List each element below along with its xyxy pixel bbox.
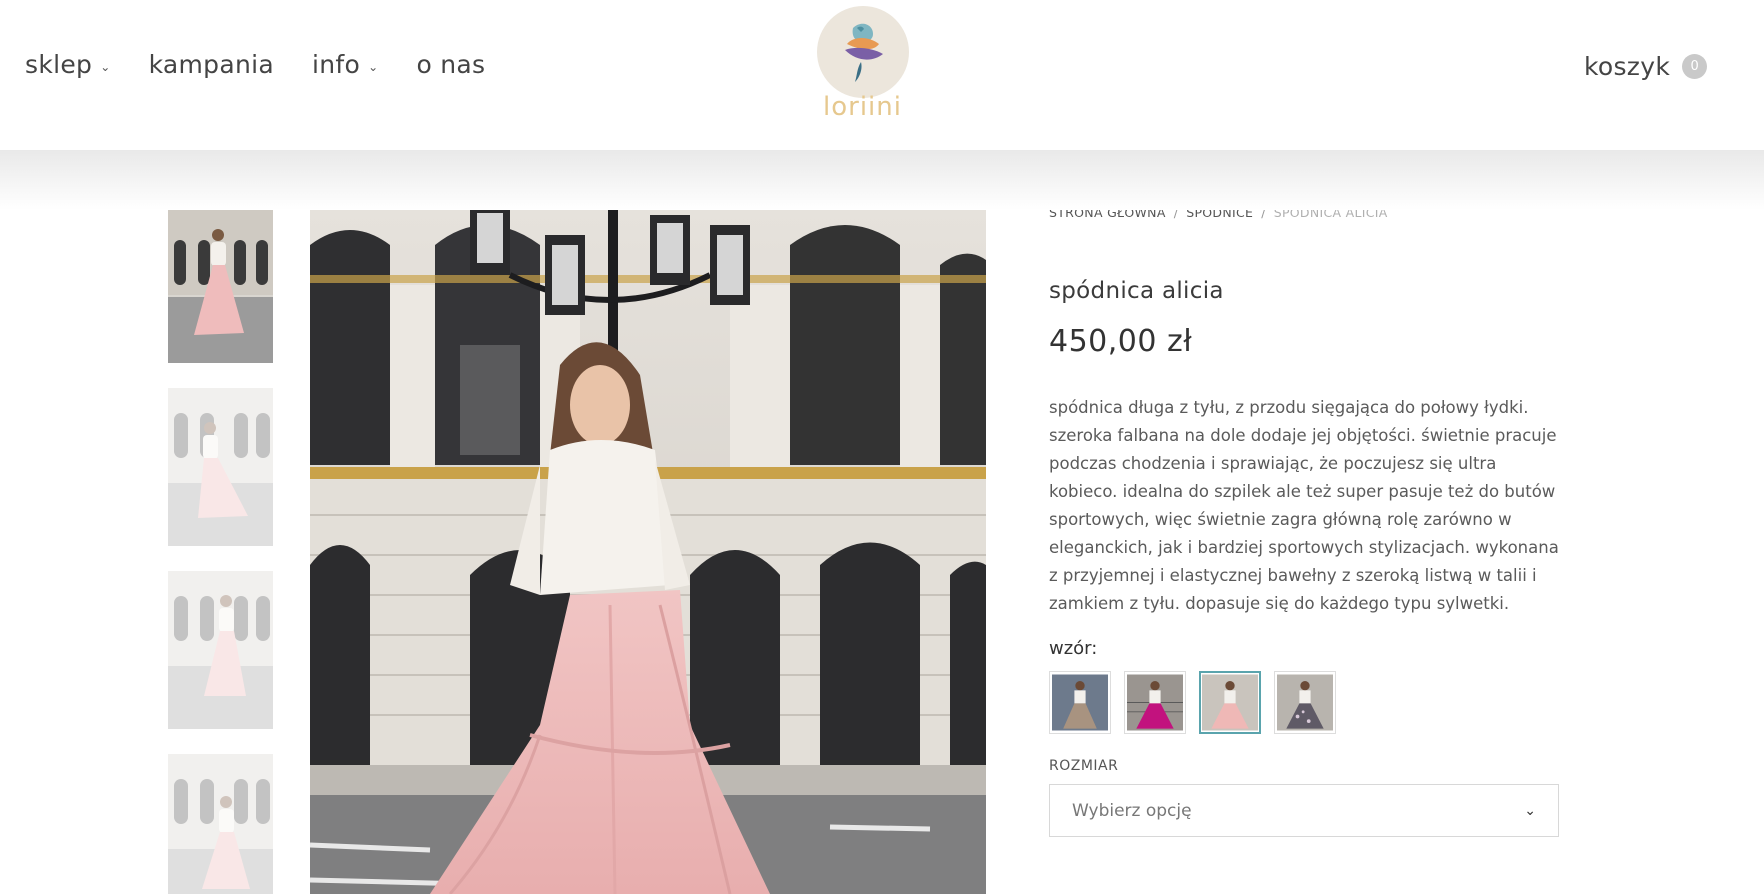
cart-label: koszyk — [1584, 52, 1671, 81]
size-select[interactable]: Wybierz opcję ⌄ — [1049, 784, 1559, 837]
pattern-swatch-magenta[interactable] — [1124, 671, 1186, 734]
logo-text: loriini — [823, 92, 902, 122]
size-label: ROZMIAR — [1049, 758, 1119, 774]
main-nav: sklep ⌄ kampania info ⌄ o nas — [25, 50, 485, 79]
nav-item-label: o nas — [416, 50, 486, 79]
nav-item-info[interactable]: info ⌄ — [312, 50, 378, 79]
chevron-down-icon: ⌄ — [1524, 802, 1536, 819]
site-header: sklep ⌄ kampania info ⌄ o nas loriini ko… — [0, 0, 1764, 150]
nav-item-o-nas[interactable]: o nas — [416, 50, 485, 79]
site-logo[interactable]: loriini — [815, 6, 910, 131]
pattern-swatch-pink[interactable] — [1199, 671, 1261, 734]
parrot-logo-icon — [816, 6, 909, 98]
cart-link[interactable]: koszyk 0 — [1584, 52, 1708, 81]
pattern-swatch-beige[interactable] — [1049, 671, 1111, 734]
pattern-label: wzór: — [1049, 638, 1098, 659]
product-info: STRONA GŁÓWNA / SPÓDNICE / SPÓDNICA ALIC… — [1049, 205, 1559, 837]
product-description: spódnica długa z tyłu, z przodu sięgając… — [1049, 398, 1559, 613]
gallery-thumbnail[interactable] — [168, 205, 273, 363]
cart-count-badge: 0 — [1682, 54, 1708, 79]
main-product-image[interactable] — [310, 205, 986, 894]
gallery-thumbnails — [168, 205, 273, 894]
pattern-swatches — [1049, 671, 1559, 734]
gallery-thumbnail[interactable] — [168, 754, 273, 894]
nav-item-label: info — [311, 50, 361, 79]
chevron-down-icon: ⌄ — [100, 59, 111, 74]
product-price: 450,00 zł — [1049, 324, 1193, 359]
gallery-thumbnail[interactable] — [168, 388, 273, 546]
nav-item-sklep[interactable]: sklep ⌄ — [25, 50, 111, 79]
chevron-down-icon: ⌄ — [368, 59, 379, 74]
gallery-thumbnail[interactable] — [168, 571, 273, 729]
nav-item-label: kampania — [148, 50, 274, 79]
nav-item-label: sklep — [25, 50, 93, 79]
nav-item-kampania[interactable]: kampania — [149, 50, 274, 79]
size-select-value: Wybierz opcję — [1072, 800, 1192, 821]
header-shadow — [0, 150, 1764, 210]
product-title: spódnica alicia — [1049, 278, 1224, 304]
pattern-swatch-floral[interactable] — [1274, 671, 1336, 734]
